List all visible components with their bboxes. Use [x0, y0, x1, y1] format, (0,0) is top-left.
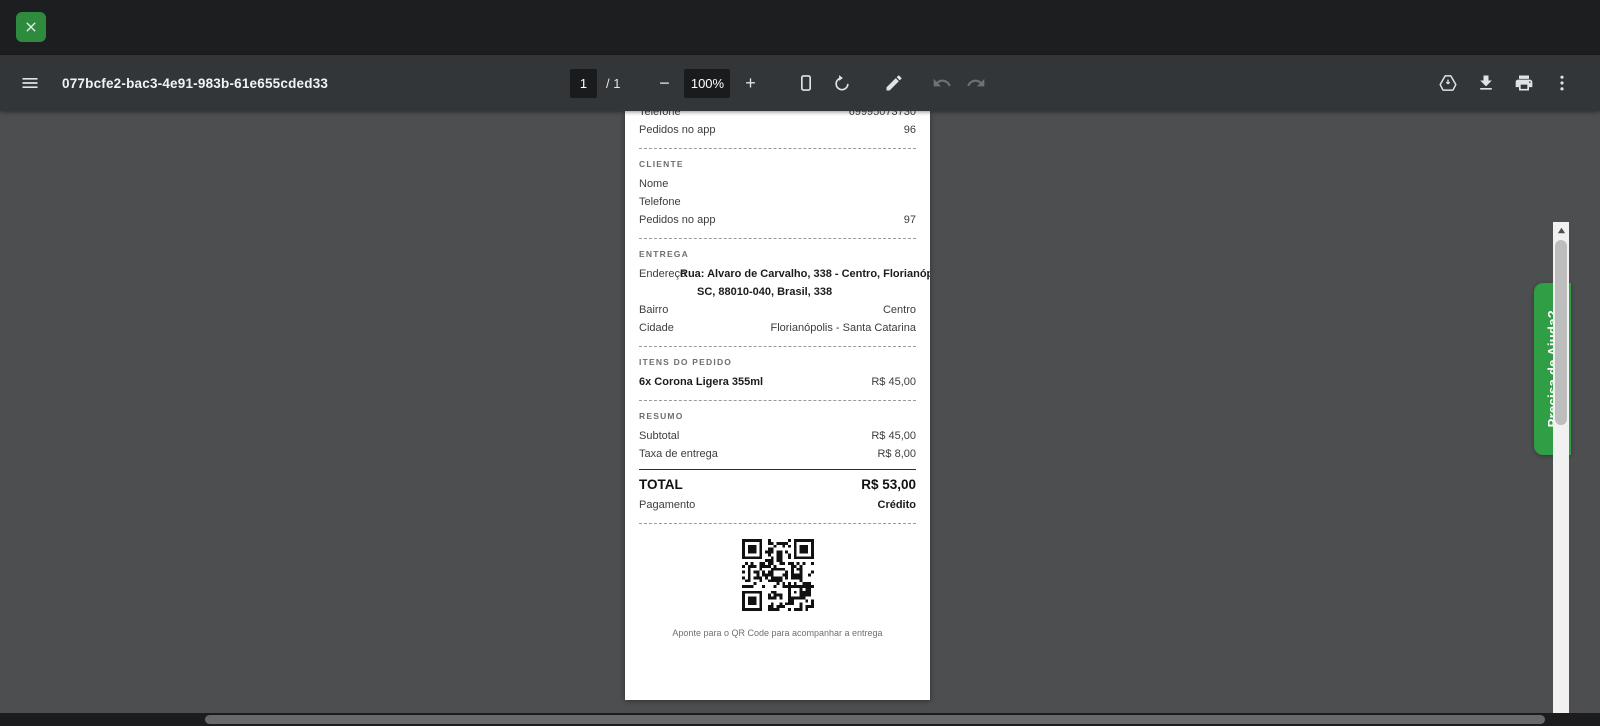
row-label: Subtotal — [639, 427, 679, 445]
pdf-toolbar: 077bcfe2-bac3-4e91-983b-61e655cded33 / 1… — [0, 55, 1600, 111]
dashed-divider — [639, 148, 916, 149]
zoom-in-button[interactable]: + — [734, 67, 766, 99]
row-label: Telefone — [639, 193, 681, 211]
receipt-row: Telefone 69995073730 — [639, 111, 916, 121]
total-divider — [639, 469, 916, 470]
dashed-divider — [639, 238, 916, 239]
section-header-entrega: ENTREGA — [639, 247, 916, 261]
toolbar-left-group: 077bcfe2-bac3-4e91-983b-61e655cded33 — [14, 55, 328, 111]
horizontal-scrollbar-thumb[interactable] — [205, 715, 1545, 724]
total-label: TOTAL — [639, 474, 683, 496]
undo-button[interactable] — [926, 67, 958, 99]
hamburger-icon — [20, 73, 40, 93]
undo-icon — [932, 73, 952, 93]
address-line-1: Rua: Alvaro de Carvalho, 338 - Centro, F… — [680, 265, 930, 283]
receipt-row: Taxa de entrega R$ 8,00 — [639, 445, 916, 463]
row-label: Telefone — [639, 111, 681, 121]
toolbar-center-group: / 1 − 100% + — [570, 55, 992, 111]
qr-code — [639, 539, 916, 611]
redo-icon — [966, 73, 986, 93]
redo-button[interactable] — [960, 67, 992, 99]
more-options-button[interactable] — [1546, 67, 1578, 99]
section-header-resumo: RESUMO — [639, 409, 916, 423]
pen-icon — [884, 73, 904, 93]
dashed-divider — [639, 523, 916, 524]
section-header-itens: ITENS DO PEDIDO — [639, 355, 916, 369]
close-button[interactable] — [16, 12, 46, 42]
item-name: 6x Corona Ligera 355ml — [639, 373, 763, 391]
receipt-row: Telefone — [639, 193, 916, 211]
print-icon — [1514, 73, 1534, 93]
dashed-divider — [639, 346, 916, 347]
row-value: R$ 45,00 — [871, 427, 916, 445]
vertical-scrollbar-thumb[interactable] — [1555, 240, 1567, 425]
page-count: / 1 — [606, 76, 620, 91]
receipt-row: Pedidos no app 96 — [639, 121, 916, 139]
receipt-row: Subtotal R$ 45,00 — [639, 427, 916, 445]
annotate-button[interactable] — [878, 67, 910, 99]
row-value: Centro — [883, 301, 916, 319]
page-number-input[interactable] — [570, 69, 597, 98]
title-bar — [0, 0, 1600, 55]
row-value: Florianópolis - Santa Catarina — [770, 319, 916, 337]
save-to-drive-button[interactable] — [1432, 67, 1464, 99]
row-label: Pedidos no app — [639, 121, 715, 139]
fit-page-button[interactable] — [790, 67, 822, 99]
row-value: 69995073730 — [849, 111, 916, 121]
scroll-up-arrow[interactable] — [1553, 222, 1569, 238]
row-label: Cidade — [639, 319, 674, 337]
dashed-divider — [639, 400, 916, 401]
receipt-row: Bairro Centro — [639, 301, 916, 319]
row-label: Taxa de entrega — [639, 445, 718, 463]
total-value: R$ 53,00 — [861, 474, 916, 496]
row-label: Pedidos no app — [639, 211, 715, 229]
qr-caption: Aponte para o QR Code para acompanhar a … — [639, 627, 916, 639]
row-value: 97 — [904, 211, 916, 229]
pdf-page[interactable]: Telefone 69995073730 Pedidos no app 96 C… — [625, 111, 930, 700]
item-price: R$ 45,00 — [871, 373, 916, 391]
pdf-viewer-area[interactable]: Telefone 69995073730 Pedidos no app 96 C… — [0, 111, 1600, 713]
receipt-row: Nome — [639, 175, 916, 193]
fit-page-icon — [796, 73, 816, 93]
row-label: Bairro — [639, 301, 668, 319]
row-label: Nome — [639, 175, 668, 193]
app-window: 077bcfe2-bac3-4e91-983b-61e655cded33 / 1… — [0, 0, 1600, 726]
receipt-row: Cidade Florianópolis - Santa Catarina — [639, 319, 916, 337]
payment-row: Pagamento Crédito — [639, 496, 916, 514]
zoom-out-button[interactable]: − — [648, 67, 680, 99]
download-button[interactable] — [1470, 67, 1502, 99]
toolbar-right-group — [1432, 55, 1578, 111]
payment-method: Crédito — [878, 496, 917, 514]
receipt-row: Endereço Rua: Alvaro de Carvalho, 338 - … — [639, 265, 916, 283]
order-item-row: 6x Corona Ligera 355ml R$ 45,00 — [639, 373, 916, 391]
section-header-cliente: CLIENTE — [639, 157, 916, 171]
address-line-2: SC, 88010-040, Brasil, 338 — [697, 283, 916, 301]
download-icon — [1476, 73, 1496, 93]
vertical-scrollbar[interactable] — [1553, 222, 1569, 713]
receipt-row: Pedidos no app 97 — [639, 211, 916, 229]
receipt-document: Telefone 69995073730 Pedidos no app 96 C… — [625, 111, 930, 639]
menu-button[interactable] — [14, 67, 46, 99]
row-value: 96 — [904, 121, 916, 139]
kebab-menu-icon — [1552, 73, 1572, 93]
row-label: Pagamento — [639, 496, 695, 514]
print-button[interactable] — [1508, 67, 1540, 99]
rotate-button[interactable] — [826, 67, 858, 99]
rotate-icon — [832, 73, 852, 93]
horizontal-scrollbar[interactable] — [0, 713, 1600, 726]
total-row: TOTAL R$ 53,00 — [639, 474, 916, 496]
zoom-level: 100% — [684, 69, 730, 98]
row-value: R$ 8,00 — [877, 445, 916, 463]
close-icon — [23, 19, 39, 35]
document-title: 077bcfe2-bac3-4e91-983b-61e655cded33 — [62, 76, 328, 91]
drive-icon — [1438, 73, 1458, 93]
